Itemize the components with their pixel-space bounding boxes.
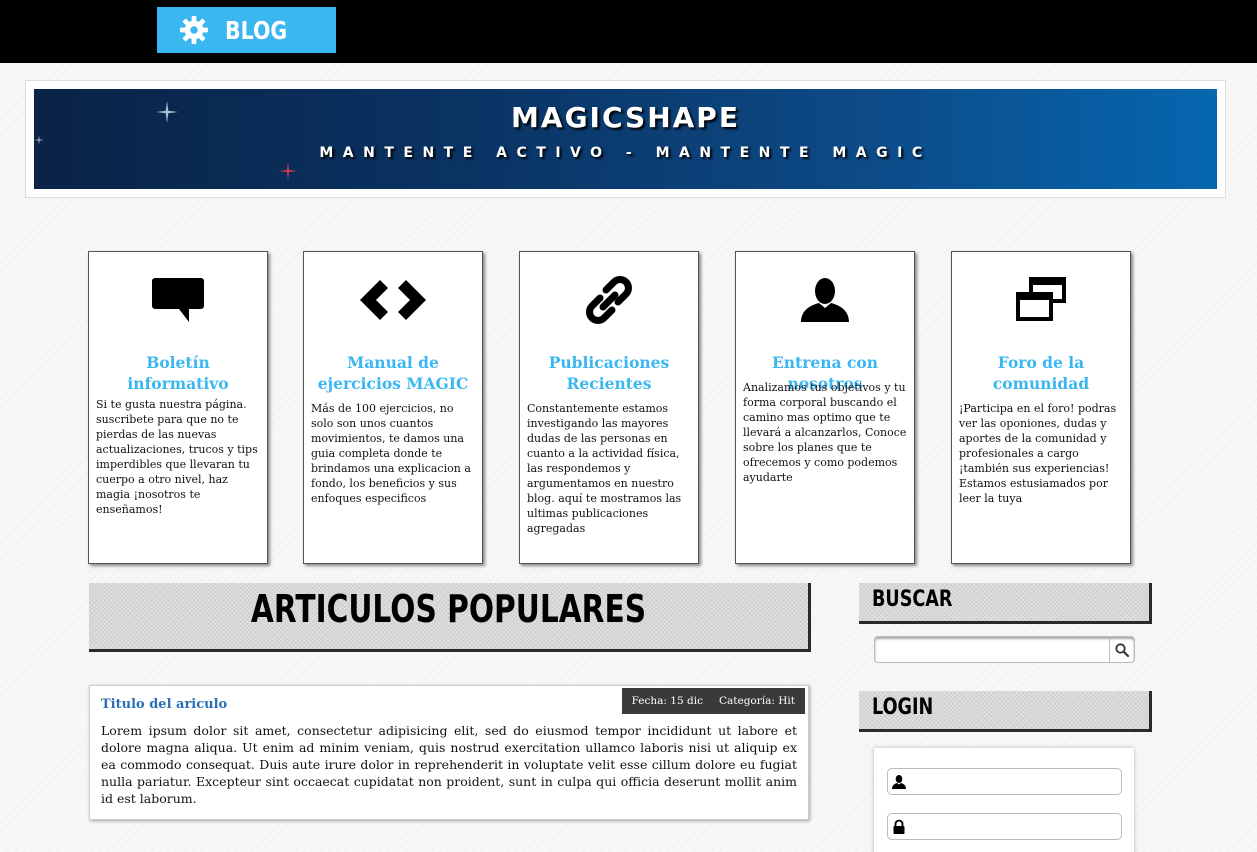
article-card[interactable]: Titulo del ariculo Fecha: 15 dic Categor…	[89, 685, 809, 820]
card-title: Boletín informativo	[127, 353, 229, 393]
feature-card-boletin[interactable]: Boletín informativo Si te gusta nuestra …	[88, 251, 268, 564]
card-text: Si te gusta nuestra página. suscribete p…	[96, 398, 258, 516]
blog-logo-button[interactable]: BLOG	[157, 7, 336, 53]
username-field[interactable]	[887, 768, 1122, 795]
search-icon	[1115, 642, 1129, 657]
windows-icon	[1016, 277, 1066, 321]
feature-card-entrena[interactable]: Entrena con nosotros Analizamos tus obje…	[735, 251, 915, 564]
search-button[interactable]	[1109, 637, 1134, 662]
star-decoration-icon	[279, 162, 297, 180]
article-category: Categoría: Hit	[718, 695, 795, 707]
star-decoration-icon	[34, 135, 44, 145]
card-text: ¡Participa en el foro! podras ver las op…	[959, 402, 1117, 505]
popular-header: ARTICULOS POPULARES	[89, 583, 811, 652]
nav-link-inicio[interactable]: INICIO	[0, 0, 58, 19]
hero-title: MAGICSHAPE	[511, 101, 740, 134]
login-header: LOGIN	[859, 691, 1152, 732]
user-icon	[801, 278, 849, 322]
article-date: Fecha: 15 dic	[631, 695, 703, 707]
card-title: Manual de ejercicios MAGIC	[317, 353, 469, 393]
gear-icon	[179, 15, 209, 45]
card-text: Analizamos tus objetivos y tu forma corp…	[743, 381, 907, 484]
lock-icon	[893, 819, 905, 834]
user-icon	[892, 775, 906, 789]
feature-card-foro[interactable]: Foro de la comunidad ¡Participa en el fo…	[951, 251, 1131, 564]
nav-link-foro[interactable]: FORO	[63, 0, 112, 19]
link-icon	[586, 276, 632, 324]
feature-card-publicaciones[interactable]: Publicaciones Recientes Constantemente e…	[519, 251, 699, 564]
code-icon	[360, 280, 426, 320]
article-title[interactable]: Titulo del ariculo	[101, 697, 227, 712]
hero-subtitle: MANTENTE ACTIVO - MANTENTE MAGIC	[319, 145, 932, 161]
logo-label: BLOG	[225, 15, 288, 45]
card-text: Más de 100 ejercicios, no solo son unos …	[311, 402, 471, 505]
login-form	[874, 748, 1134, 852]
password-field[interactable]	[887, 813, 1122, 840]
search-box	[874, 636, 1135, 663]
search-header: BUSCAR	[859, 583, 1152, 624]
popular-title: ARTICULOS POPULARES	[250, 587, 647, 631]
hero-banner: MAGICSHAPE MANTENTE ACTIVO - MANTENTE MA…	[34, 89, 1217, 189]
search-input[interactable]	[881, 642, 1106, 658]
login-title: LOGIN	[872, 695, 934, 720]
card-title: Foro de la comunidad	[992, 353, 1090, 393]
top-navbar: BLOG INICIO FORO ASESORIAS EJERCICIOS	[0, 0, 1257, 63]
card-title: Publicaciones Recientes	[548, 353, 670, 393]
search-title: BUSCAR	[872, 587, 953, 612]
article-meta: Fecha: 15 dic Categoría: Hit	[621, 688, 805, 714]
article-body: Lorem ipsum dolor sit amet, consectetur …	[101, 723, 797, 806]
chat-bubble-icon	[152, 278, 204, 322]
feature-card-manual[interactable]: Manual de ejercicios MAGIC Más de 100 ej…	[303, 251, 483, 564]
card-text: Constantemente estamos investigando las …	[527, 402, 682, 535]
